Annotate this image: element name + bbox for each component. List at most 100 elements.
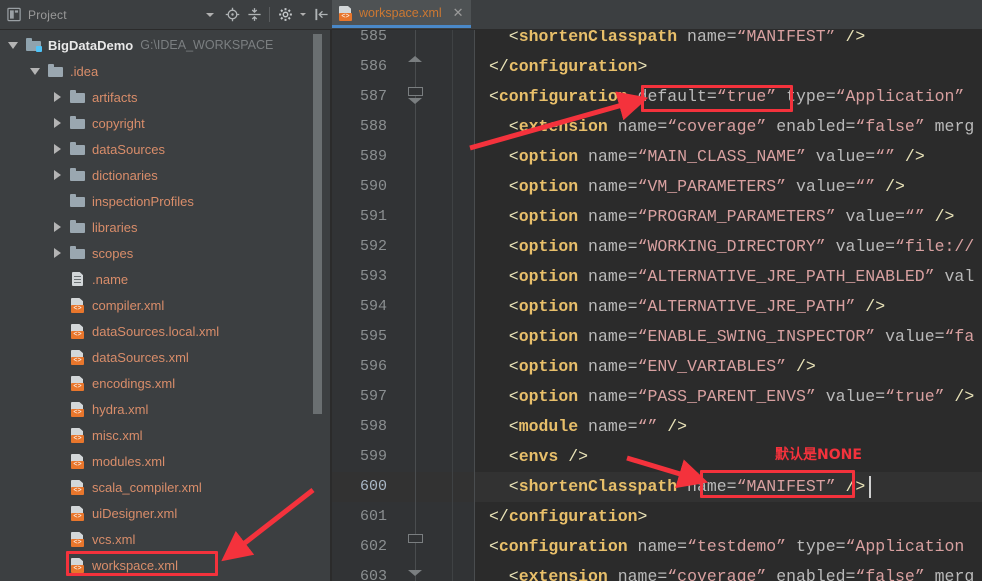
code-line[interactable]: <extension name=“coverage” enabled=“fals… (475, 112, 982, 142)
fold-guide-line (415, 30, 416, 581)
tree-item-uidesigner-xml[interactable]: uiDesigner.xml (0, 500, 331, 526)
code-line[interactable]: <module name=“” /> (475, 412, 982, 442)
tree-item-datasources-xml[interactable]: dataSources.xml (0, 344, 331, 370)
locate-icon[interactable] (222, 4, 242, 26)
code-line[interactable]: <shortenClasspath name=“MANIFEST” /> (475, 30, 982, 52)
code-line[interactable]: <option name=“PROGRAM_PARAMETERS” value=… (475, 202, 982, 232)
sidebar-scrollbar-thumb[interactable] (313, 34, 322, 414)
tree-item-dictionaries[interactable]: dictionaries (0, 162, 331, 188)
line-number: 596 (359, 358, 387, 375)
code-line[interactable]: <option name=“ENV_VARIABLES” /> (475, 352, 982, 382)
code-token-attr: enabled= (766, 567, 856, 581)
tree-item-encodings-xml[interactable]: encodings.xml (0, 370, 331, 396)
code-token-brk: < (489, 30, 519, 46)
tree-item-vcs-xml[interactable]: vcs.xml (0, 526, 331, 552)
code-line[interactable]: <option name=“MAIN_CLASS_NAME” value=“” … (475, 142, 982, 172)
tree-item-datasources[interactable]: dataSources (0, 136, 331, 162)
tree-item-scopes[interactable]: scopes (0, 240, 331, 266)
tree-item-modules-xml[interactable]: modules.xml (0, 448, 331, 474)
code-line[interactable]: </configuration> (475, 502, 982, 532)
code-text-area[interactable]: <shortenClasspath name=“MANIFEST” /> </co… (475, 30, 982, 581)
code-line[interactable]: <option name=“WORKING_DIRECTORY” value=“… (475, 232, 982, 262)
fold-marker-icon[interactable] (408, 534, 423, 543)
code-line[interactable]: <option name=“VM_PARAMETERS” value=“” /> (475, 172, 982, 202)
code-token-tag: option (518, 267, 579, 286)
code-token-val: “MAIN_CLASS_NAME” (637, 147, 806, 166)
code-token-tag: envs (518, 447, 559, 466)
fold-marker-icon[interactable] (408, 56, 422, 62)
code-token-tag: configuration (508, 57, 638, 76)
code-token-tag: extension (518, 567, 608, 581)
chevron-down-icon[interactable] (200, 4, 220, 26)
editor-tab-label: workspace.xml (359, 5, 442, 20)
code-token-brk: </ (489, 57, 509, 76)
code-token-tag: option (518, 177, 579, 196)
xml-file-icon (70, 453, 86, 469)
code-line[interactable]: <envs /> (475, 442, 982, 472)
tree-item-libraries[interactable]: libraries (0, 214, 331, 240)
chevron-right-icon[interactable] (50, 92, 64, 102)
code-token-brk: </ (489, 507, 509, 526)
code-line[interactable]: <configuration name=“testdemo” type=“App… (475, 532, 982, 562)
chevron-down-icon[interactable] (28, 67, 42, 75)
project-view-icon (6, 7, 22, 23)
tree-item-datasources-local-xml[interactable]: dataSources.local.xml (0, 318, 331, 344)
hide-panel-icon[interactable] (311, 4, 331, 26)
chevron-down-small-icon[interactable] (297, 4, 309, 26)
tree-item-artifacts[interactable]: artifacts (0, 84, 331, 110)
editor-tab-workspace-xml[interactable]: workspace.xml ✕ (332, 0, 471, 28)
gear-icon[interactable] (275, 4, 295, 26)
code-token-val: “PASS_PARENT_ENVS” (637, 387, 816, 406)
code-line[interactable]: </configuration> (475, 52, 982, 82)
code-line[interactable]: <option name=“ENABLE_SWING_INSPECTOR” va… (475, 322, 982, 352)
tree-item-bigdatademo[interactable]: BigDataDemo G:\IDEA_WORKSPACE (0, 32, 331, 58)
tree-item-label: misc.xml (92, 427, 143, 443)
code-line[interactable]: <extension name=“coverage” enabled=“fals… (475, 562, 982, 581)
chevron-right-icon[interactable] (50, 144, 64, 154)
tree-item-misc-xml[interactable]: misc.xml (0, 422, 331, 448)
project-tree-panel: BigDataDemo G:\IDEA_WORKSPACE .idea artifac… (0, 30, 332, 581)
tree-item-hydra-xml[interactable]: hydra.xml (0, 396, 331, 422)
code-line[interactable]: <shortenClasspath name=“MANIFEST” /> (475, 472, 982, 502)
chevron-right-icon[interactable] (50, 118, 64, 128)
code-token-attr: name= (578, 207, 638, 226)
tree-item--idea[interactable]: .idea (0, 58, 331, 84)
code-token-val: “ENABLE_SWING_INSPECTOR” (637, 327, 876, 346)
fold-marker-icon[interactable] (408, 570, 422, 576)
code-line[interactable]: <option name=“ALTERNATIVE_JRE_PATH_ENABL… (475, 262, 982, 292)
chevron-right-icon[interactable] (50, 170, 64, 180)
collapse-all-icon[interactable] (244, 4, 264, 26)
code-token-val: “ENV_VARIABLES” (637, 357, 787, 376)
chevron-right-icon[interactable] (50, 222, 64, 232)
tree-item-workspace-xml[interactable]: workspace.xml (0, 552, 331, 578)
xml-file-icon (70, 427, 86, 443)
tree-item-label: .idea (70, 63, 99, 79)
xml-file-icon (70, 323, 86, 339)
code-token-attr: name= (578, 147, 638, 166)
code-line[interactable]: <option name=“ALTERNATIVE_JRE_PATH” /> (475, 292, 982, 322)
code-token-tag: configuration (498, 87, 628, 106)
chevron-down-icon[interactable] (6, 41, 20, 49)
chevron-right-icon[interactable] (50, 248, 64, 258)
tree-item-compiler-xml[interactable]: compiler.xml (0, 292, 331, 318)
fold-marker-icon[interactable] (408, 87, 423, 96)
code-token-val: “false” (855, 567, 925, 581)
code-token-attr: name= (578, 417, 638, 436)
code-line[interactable]: <option name=“PASS_PARENT_ENVS” value=“t… (475, 382, 982, 412)
code-token-tag: option (518, 237, 579, 256)
code-token-brk: /> (855, 297, 886, 316)
code-token-attr: value= (875, 327, 945, 346)
tree-item-scala-compiler-xml[interactable]: scala_compiler.xml (0, 474, 331, 500)
tree-item-label: modules.xml (92, 453, 165, 469)
code-line[interactable]: <configuration default=“true” type=“Appl… (475, 82, 982, 112)
close-icon[interactable]: ✕ (453, 6, 464, 19)
code-token-brk: /> (657, 417, 688, 436)
line-number: 591 (359, 208, 387, 225)
tree-item-copyright[interactable]: copyright (0, 110, 331, 136)
line-number: 601 (359, 508, 387, 525)
fold-marker-icon[interactable] (408, 98, 422, 104)
tree-item-inspectionprofiles[interactable]: inspectionProfiles (0, 188, 331, 214)
code-token-val: “false” (855, 117, 925, 136)
code-token-attr: merg (924, 567, 975, 581)
tree-item--name[interactable]: .name (0, 266, 331, 292)
